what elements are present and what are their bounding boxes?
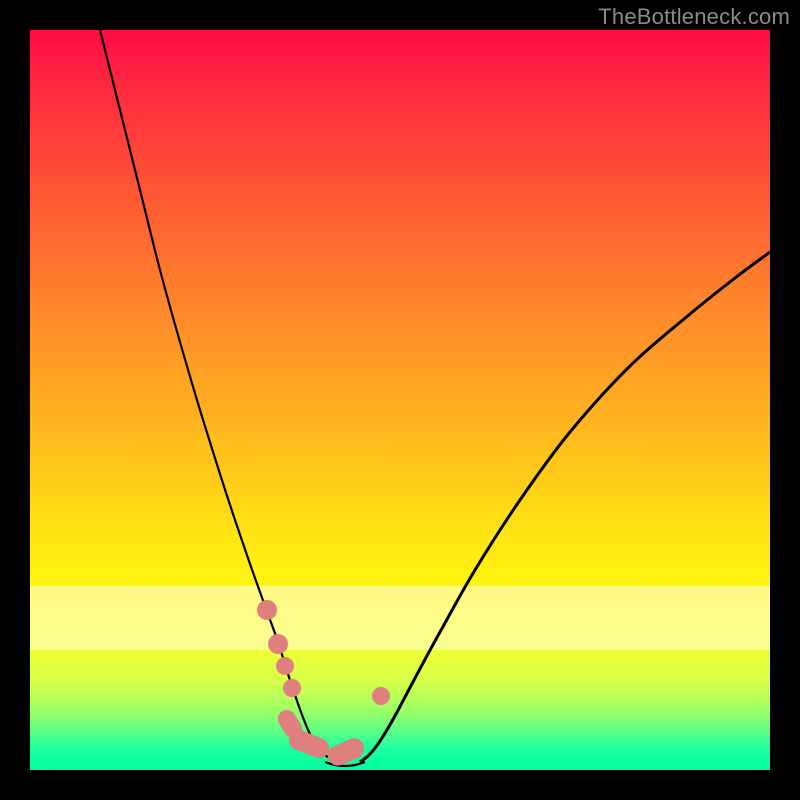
watermark-text: TheBottleneck.com	[598, 4, 790, 30]
markers-group	[257, 600, 390, 769]
data-marker	[276, 657, 294, 675]
data-marker	[372, 687, 390, 705]
series-left-curve	[100, 30, 340, 762]
data-marker	[283, 679, 301, 697]
chart-svg	[30, 30, 770, 770]
chart-frame: TheBottleneck.com	[0, 0, 800, 800]
right-curve-path	[360, 252, 770, 762]
data-marker	[257, 600, 277, 620]
left-curve-path	[100, 30, 340, 762]
series-right-curve	[360, 252, 770, 762]
plot-area	[30, 30, 770, 770]
data-marker	[268, 634, 288, 654]
